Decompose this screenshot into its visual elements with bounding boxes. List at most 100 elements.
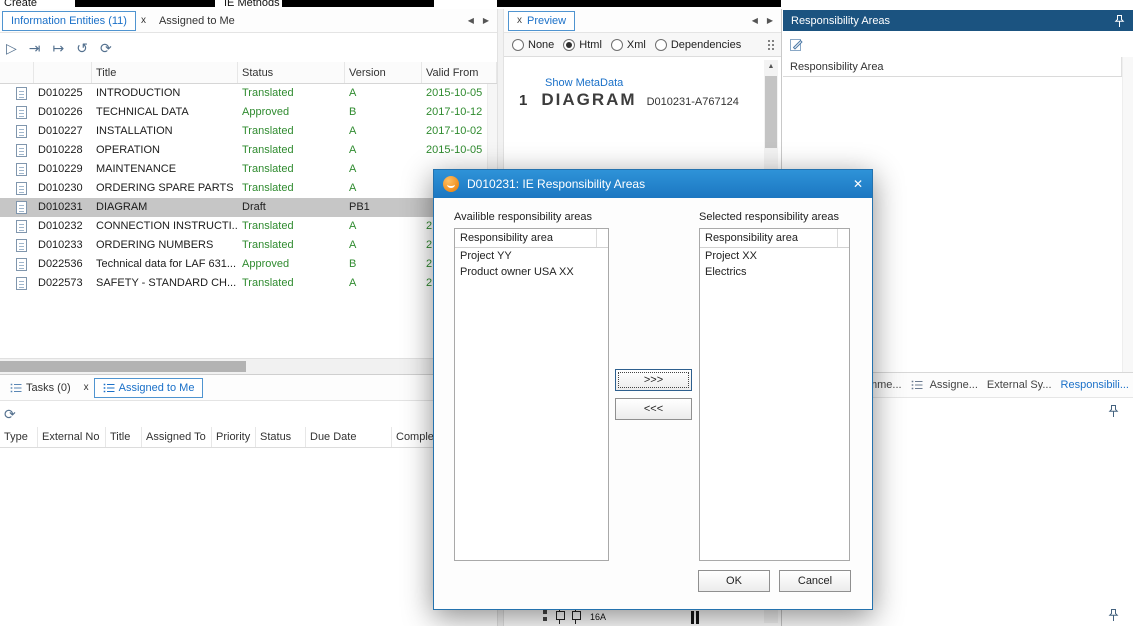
column-header-assigned-to[interactable]: Assigned To xyxy=(142,427,212,447)
column-header-version[interactable]: Version xyxy=(345,62,422,83)
close-tab-icon[interactable]: x xyxy=(517,15,522,26)
pin-icon[interactable] xyxy=(1114,14,1125,28)
column-header-title[interactable]: Title xyxy=(92,62,238,83)
scrollbar-thumb[interactable] xyxy=(0,361,246,372)
row-icon-cell xyxy=(0,236,34,255)
table-row[interactable]: D022573 SAFETY - STANDARD CH... Translat… xyxy=(0,274,497,293)
pin-icon[interactable] xyxy=(1108,404,1119,418)
tab-tasks[interactable]: Tasks (0) xyxy=(2,378,79,398)
list-item[interactable]: Product owner USA XX xyxy=(455,264,608,280)
play-icon[interactable]: ▷ xyxy=(6,41,17,55)
scroll-tabs-left-icon[interactable]: ◀ xyxy=(468,16,474,25)
table-row[interactable]: D010231 DIAGRAM Draft PB1 xyxy=(0,198,497,217)
row-icon-cell xyxy=(0,122,34,141)
close-tab-icon[interactable]: x xyxy=(79,378,94,398)
tab-assigned-to-me-tasks[interactable]: Assigned to Me xyxy=(94,378,204,398)
ok-button[interactable]: OK xyxy=(698,570,770,592)
entity-valid-from: 2015-10-05 xyxy=(422,84,497,103)
column-header-type[interactable]: Type xyxy=(0,427,38,447)
scrollbar-thumb[interactable] xyxy=(765,76,777,148)
undo-icon[interactable]: ↺ xyxy=(76,41,88,55)
tab-preview[interactable]: x Preview xyxy=(508,11,575,31)
available-areas-list[interactable]: Responsibility area Project YY Product o… xyxy=(454,228,609,561)
tab-label: Information Entities (11) xyxy=(11,15,127,27)
radio-icon[interactable] xyxy=(611,39,623,51)
heading-code: D010231-A767124 xyxy=(647,96,739,108)
app-logo-icon xyxy=(443,176,459,192)
entity-version: A xyxy=(345,141,422,160)
scroll-tabs-right-icon[interactable]: ▶ xyxy=(767,16,773,25)
radio-xml[interactable]: Xml xyxy=(611,39,646,51)
column-header-status[interactable]: Status xyxy=(256,427,306,447)
table-row[interactable]: D010226 TECHNICAL DATA Approved B 2017-1… xyxy=(0,103,497,122)
table-row[interactable]: D010225 INTRODUCTION Translated A 2015-1… xyxy=(0,84,497,103)
show-metadata-link[interactable]: Show MetaData xyxy=(545,77,623,89)
entity-title: OPERATION xyxy=(92,141,238,160)
refresh-icon[interactable]: ⟳ xyxy=(100,41,112,55)
column-header-responsibility-area[interactable]: Responsibility Area xyxy=(783,57,1133,77)
menu-ie-methods[interactable]: IE Methods xyxy=(224,0,280,9)
edit-icon[interactable] xyxy=(789,37,804,52)
cancel-button[interactable]: Cancel xyxy=(779,570,851,592)
column-header-icon[interactable] xyxy=(0,62,34,83)
table-row[interactable]: D010229 MAINTENANCE Translated A xyxy=(0,160,497,179)
move-right-button[interactable]: >>> xyxy=(615,369,692,391)
column-header-priority[interactable]: Priority xyxy=(212,427,256,447)
entity-title: Technical data for LAF 631... xyxy=(92,255,238,274)
column-header-external-no[interactable]: External No xyxy=(38,427,106,447)
list-column-header[interactable]: Responsibility area xyxy=(700,229,849,248)
close-icon[interactable]: ✕ xyxy=(853,177,863,191)
dialog-titlebar[interactable]: D010231: IE Responsibility Areas ✕ xyxy=(434,170,872,198)
radio-icon[interactable] xyxy=(512,39,524,51)
pin-icon[interactable] xyxy=(1108,608,1119,622)
tab-assignees[interactable]: Assigne... xyxy=(911,379,978,391)
refresh-icon[interactable]: ⟳ xyxy=(4,407,16,421)
close-tab-icon[interactable]: x xyxy=(136,11,151,31)
menu-create[interactable]: Create xyxy=(4,0,37,9)
move-left-button[interactable]: <<< xyxy=(615,398,692,420)
radio-icon[interactable] xyxy=(655,39,667,51)
scroll-tabs-left-icon[interactable]: ◀ xyxy=(752,16,758,25)
panel-vertical-scrollbar[interactable] xyxy=(1122,57,1133,372)
radio-icon-checked[interactable] xyxy=(563,39,575,51)
column-header-title[interactable]: Title xyxy=(106,427,142,447)
column-header-valid-from[interactable]: Valid From xyxy=(422,62,497,83)
column-header-due-date[interactable]: Due Date xyxy=(306,427,392,447)
radio-label: Html xyxy=(579,39,602,51)
menu-highlight-bar xyxy=(497,0,781,7)
tab-assigned-to-me[interactable]: Assigned to Me xyxy=(151,11,243,31)
grid-horizontal-scrollbar[interactable] xyxy=(0,358,497,374)
tab-label: Tasks (0) xyxy=(26,382,71,394)
table-row[interactable]: D022536 Technical data for LAF 631... Ap… xyxy=(0,255,497,274)
tab-responsibilities[interactable]: Responsibili... xyxy=(1061,379,1129,391)
scrollbar-up-icon[interactable]: ▲ xyxy=(764,60,778,74)
list-column-header[interactable]: Responsibility area xyxy=(455,229,608,248)
document-icon xyxy=(16,258,27,271)
table-row[interactable]: D010233 ORDERING NUMBERS Translated A 2 xyxy=(0,236,497,255)
tab-information-entities[interactable]: Information Entities (11) xyxy=(2,11,136,31)
radio-html[interactable]: Html xyxy=(563,39,602,51)
dock-grip-icon[interactable] xyxy=(766,38,777,52)
table-row[interactable]: D010227 INSTALLATION Translated A 2017-1… xyxy=(0,122,497,141)
entities-grid-header: Title Status Version Valid From xyxy=(0,62,497,84)
table-row[interactable]: D010228 OPERATION Translated A 2015-10-0… xyxy=(0,141,497,160)
entity-status: Approved xyxy=(238,255,345,274)
table-row[interactable]: D010230 ORDERING SPARE PARTS Translated … xyxy=(0,179,497,198)
checkin-icon[interactable]: ⇥ xyxy=(29,41,41,55)
tab-external-systems[interactable]: External Sy... xyxy=(987,379,1052,391)
panel-title: Responsibility Areas xyxy=(791,15,1114,27)
list-item[interactable]: Project XX xyxy=(700,248,849,264)
column-header-id[interactable] xyxy=(34,62,92,83)
checkout-icon[interactable]: ↦ xyxy=(53,41,65,55)
selected-areas-list[interactable]: Responsibility area Project XX Electrics xyxy=(699,228,850,561)
radio-none[interactable]: None xyxy=(512,39,554,51)
entity-status: Translated xyxy=(238,236,345,255)
radio-dependencies[interactable]: Dependencies xyxy=(655,39,741,51)
scroll-tabs-right-icon[interactable]: ▶ xyxy=(483,16,489,25)
list-item[interactable]: Electrics xyxy=(700,264,849,280)
table-row[interactable]: D010232 CONNECTION INSTRUCTI... Translat… xyxy=(0,217,497,236)
list-item[interactable]: Project YY xyxy=(455,248,608,264)
column-header-status[interactable]: Status xyxy=(238,62,345,83)
entity-id: D010231 xyxy=(34,198,92,217)
entity-version: B xyxy=(345,255,422,274)
